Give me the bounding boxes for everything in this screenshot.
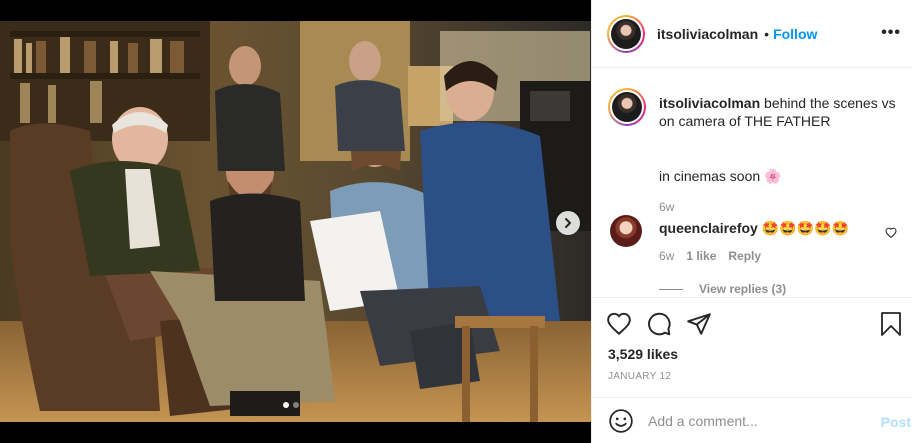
comment-reply-button[interactable]: Reply: [728, 249, 761, 263]
chevron-right-icon: [565, 218, 571, 228]
avatar-image: [611, 18, 641, 49]
post-date[interactable]: JANUARY 12: [608, 371, 671, 382]
caption-username[interactable]: itsoliviacolman: [659, 95, 760, 111]
share-icon[interactable]: [686, 311, 712, 337]
instagram-post: itsoliviacolman • Follow ••• itsoliviaco…: [0, 0, 912, 443]
post-header: itsoliviacolman • Follow •••: [592, 0, 912, 68]
comment-time[interactable]: 6w: [659, 249, 674, 263]
caption-time[interactable]: 6w: [659, 200, 674, 214]
add-comment-bar: Post: [592, 397, 912, 443]
bookmark-icon[interactable]: [879, 311, 903, 337]
comment-avatar[interactable]: [610, 215, 642, 247]
post-sidebar: itsoliviacolman • Follow ••• itsoliviaco…: [591, 0, 912, 443]
caption-avatar[interactable]: [608, 88, 646, 126]
carousel-indicator: [283, 402, 299, 408]
comment-likes[interactable]: 1 like: [686, 249, 716, 263]
like-count[interactable]: 3,529 likes: [608, 346, 678, 362]
comment-input[interactable]: [648, 412, 848, 429]
comment-username[interactable]: queenclairefoy: [659, 220, 758, 236]
header-username[interactable]: itsoliviacolman: [657, 26, 758, 42]
caption-text: itsoliviacolman behind the scenes vs on …: [659, 94, 899, 130]
avatar-image: [612, 92, 642, 122]
view-replies-label[interactable]: View replies (3): [699, 282, 786, 296]
caption-extra: in cinemas soon 🌸: [659, 168, 782, 184]
carousel-dot: [293, 402, 299, 408]
heart-icon[interactable]: [606, 311, 632, 337]
carousel-dot: [283, 402, 289, 408]
view-replies[interactable]: View replies (3): [659, 282, 786, 296]
avatar[interactable]: [607, 14, 645, 53]
post-photo[interactable]: [0, 21, 591, 422]
comment-text: queenclairefoy 🤩🤩🤩🤩🤩: [659, 220, 849, 237]
emoji-icon[interactable]: [608, 408, 634, 434]
comment-icon[interactable]: [646, 311, 672, 337]
comment-meta: 6w 1 like Reply: [659, 249, 761, 263]
replies-divider: [659, 288, 683, 290]
post-photo-image: [0, 21, 591, 422]
comment-like-icon[interactable]: [885, 227, 897, 239]
follow-button[interactable]: Follow: [773, 26, 817, 42]
header-separator: •: [764, 25, 770, 42]
comments-area[interactable]: itsoliviacolman behind the scenes vs on …: [592, 69, 912, 297]
more-options-button[interactable]: •••: [881, 24, 901, 42]
carousel-next-button[interactable]: [556, 211, 580, 235]
action-icons: [606, 311, 712, 337]
post-comment-button[interactable]: Post: [881, 414, 911, 430]
post-actions: 3,529 likes JANUARY 12: [592, 297, 912, 397]
comment-body: 🤩🤩🤩🤩🤩: [761, 220, 849, 236]
post-media: [0, 0, 591, 443]
